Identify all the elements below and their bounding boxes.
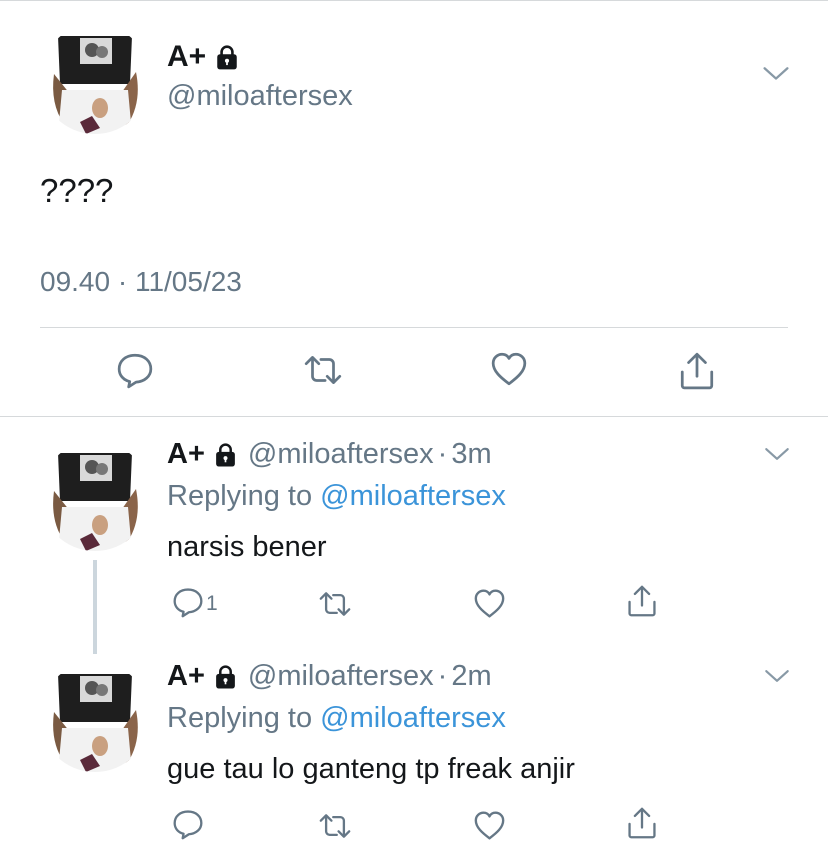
display-name-text: A+ bbox=[167, 660, 205, 692]
reply-icon[interactable] bbox=[172, 586, 204, 618]
share-icon[interactable] bbox=[626, 806, 658, 840]
share-icon[interactable] bbox=[678, 351, 716, 391]
reply-count: 1 bbox=[206, 592, 218, 615]
reply-time: 2m bbox=[451, 660, 492, 692]
reply-avatar[interactable] bbox=[40, 441, 150, 551]
reply-avatar[interactable] bbox=[40, 662, 150, 772]
retweet-icon[interactable] bbox=[317, 588, 353, 620]
user-handle[interactable]: @miloaftersex bbox=[248, 438, 434, 471]
replying-to-label: Replying to bbox=[167, 480, 321, 512]
user-handle[interactable]: @miloaftersex bbox=[167, 80, 353, 113]
retweet-icon[interactable] bbox=[317, 810, 353, 842]
divider bbox=[0, 416, 828, 417]
retweet-icon[interactable] bbox=[302, 351, 344, 389]
user-handle[interactable]: @miloaftersex bbox=[248, 660, 434, 693]
top-divider bbox=[0, 0, 828, 1]
chevron-down-icon[interactable] bbox=[764, 669, 790, 684]
like-icon[interactable] bbox=[490, 351, 528, 387]
separator-dot: · bbox=[437, 438, 448, 470]
reply-text: gue tau lo ganteng tp freak anjir bbox=[167, 753, 575, 785]
display-name[interactable]: A+ bbox=[167, 660, 238, 693]
replying-to: Replying to @miloaftersex bbox=[167, 702, 506, 735]
tweet-timestamp: 09.40 · 11/05/23 bbox=[40, 266, 242, 297]
replying-to-handle[interactable]: @miloaftersex bbox=[320, 480, 506, 512]
display-name-text: A+ bbox=[167, 438, 205, 470]
lock-icon bbox=[214, 44, 240, 71]
reply-icon[interactable] bbox=[172, 808, 204, 840]
reply-icon[interactable] bbox=[116, 351, 154, 389]
chevron-down-icon[interactable] bbox=[762, 66, 790, 82]
reply-text: narsis bener bbox=[167, 531, 327, 563]
like-icon[interactable] bbox=[473, 810, 506, 841]
display-name[interactable]: A+ bbox=[167, 40, 240, 74]
thread-connector bbox=[93, 560, 97, 654]
separator-dot: · bbox=[437, 660, 448, 692]
replying-to: Replying to @miloaftersex bbox=[167, 480, 506, 513]
avatar-image bbox=[40, 662, 150, 772]
chevron-down-icon[interactable] bbox=[764, 447, 790, 462]
like-icon[interactable] bbox=[473, 588, 506, 619]
avatar[interactable] bbox=[40, 24, 150, 134]
reply-time: 3m bbox=[451, 438, 492, 470]
display-name[interactable]: A+ bbox=[167, 438, 238, 471]
reply-header: A+ @miloaftersex · 3m bbox=[167, 438, 492, 471]
replying-to-handle[interactable]: @miloaftersex bbox=[320, 702, 506, 734]
display-name-text: A+ bbox=[167, 40, 207, 73]
lock-icon bbox=[213, 442, 238, 468]
avatar-image bbox=[40, 24, 150, 134]
replying-to-label: Replying to bbox=[167, 702, 321, 734]
share-icon[interactable] bbox=[626, 584, 658, 618]
lock-icon bbox=[213, 664, 238, 690]
divider bbox=[40, 327, 788, 328]
tweet-actions bbox=[0, 351, 828, 395]
reply-header: A+ @miloaftersex · 2m bbox=[167, 660, 492, 693]
avatar-image bbox=[40, 441, 150, 551]
tweet-text: ???? bbox=[40, 172, 114, 209]
